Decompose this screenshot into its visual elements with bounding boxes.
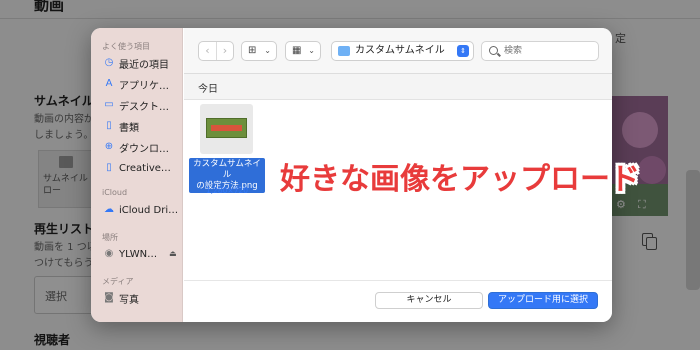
file-item[interactable]: カスタムサムネイル の設定方法.png 1,280×720 xyxy=(185,104,269,200)
select-for-upload-button[interactable]: アップロード用に選択 xyxy=(488,292,598,309)
grid-icon: ⊞ xyxy=(248,45,257,56)
document-icon: ▯ xyxy=(106,120,112,131)
sidebar-item-recents[interactable]: ◷ 最近の項目 xyxy=(97,54,181,72)
search-field[interactable] xyxy=(481,41,599,61)
back-button[interactable]: ‹ xyxy=(199,42,216,60)
sidebar: よく使う項目 ◷ 最近の項目 A アプリケ… ▭ デスクト… ▯ 書類 ⊕ ダウ… xyxy=(91,28,183,322)
cloud-icon: ☁ xyxy=(104,204,114,215)
applications-icon: A xyxy=(105,78,113,89)
sidebar-item-downloads[interactable]: ⊕ ダウンロ… xyxy=(97,138,181,156)
media-section-label: メディア xyxy=(102,277,134,286)
sidebar-item-desktop[interactable]: ▭ デスクト… xyxy=(97,96,181,114)
icloud-section-label: iCloud xyxy=(102,188,128,197)
sidebar-item-creative[interactable]: ▯ Creative… xyxy=(97,159,181,177)
folder-icon xyxy=(338,46,350,56)
stepper-icon: ⇕ xyxy=(457,45,469,57)
chevron-down-icon: ⌄ xyxy=(264,46,271,55)
cancel-button[interactable]: キャンセル xyxy=(375,292,483,309)
search-input[interactable] xyxy=(504,44,594,58)
location-label: カスタムサムネイル xyxy=(355,45,445,56)
image-preview xyxy=(206,118,247,138)
favorites-section-label: よく使う項目 xyxy=(102,42,150,51)
sidebar-item-documents[interactable]: ▯ 書類 xyxy=(97,117,181,135)
file-dimensions: 1,280×720 xyxy=(205,186,249,195)
download-icon: ⊕ xyxy=(104,141,114,152)
icon-view-button[interactable]: ⊞ ⌄ xyxy=(241,41,277,61)
file-icon: ▯ xyxy=(106,162,112,173)
disk-icon: ◉ xyxy=(104,248,114,259)
sidebar-item-label: iCloud Dri… xyxy=(119,204,179,216)
locations-section-label: 場所 xyxy=(102,233,118,242)
sidebar-item-label: 書類 xyxy=(119,122,139,134)
desktop-icon: ▭ xyxy=(104,99,114,110)
eject-icon[interactable]: ⏏ xyxy=(169,249,177,258)
sidebar-item-label: YLWN… xyxy=(119,248,158,260)
sidebar-item-label: デスクト… xyxy=(119,101,169,113)
sidebar-item-icloud-drive[interactable]: ☁ iCloud Dri… xyxy=(97,201,181,219)
sidebar-item-applications[interactable]: A アプリケ… xyxy=(97,75,181,93)
clock-icon: ◷ xyxy=(104,57,114,68)
group-header-label: 今日 xyxy=(198,84,218,95)
dialog-footer: キャンセル アップロード用に選択 xyxy=(184,280,612,322)
toolbar: ‹ › ⊞ ⌄ ▦ ⌄ カスタムサムネイル ⇕ xyxy=(184,28,612,74)
group-view-button[interactable]: ▦ ⌄ xyxy=(285,41,321,61)
sidebar-item-label: 写真 xyxy=(119,294,139,306)
location-popup[interactable]: カスタムサムネイル ⇕ xyxy=(331,41,474,61)
camera-icon: ◙ xyxy=(104,292,114,303)
file-thumbnail xyxy=(200,104,253,154)
annotation-caption: 好きな画像をアップロード xyxy=(280,162,640,197)
grid-group-icon: ▦ xyxy=(292,45,302,56)
sidebar-item-label: 最近の項目 xyxy=(119,59,169,71)
search-icon xyxy=(489,46,498,55)
sidebar-item-label: Creative… xyxy=(119,162,171,174)
sidebar-item-label: アプリケ… xyxy=(119,80,169,92)
sidebar-item-label: ダウンロ… xyxy=(119,143,169,155)
group-header: 今日 xyxy=(184,74,612,100)
history-nav: ‹ › xyxy=(198,41,234,61)
chevron-down-icon: ⌄ xyxy=(308,46,315,55)
sidebar-item-photos[interactable]: ◙ 写真 xyxy=(97,289,181,307)
forward-button[interactable]: › xyxy=(215,42,233,60)
